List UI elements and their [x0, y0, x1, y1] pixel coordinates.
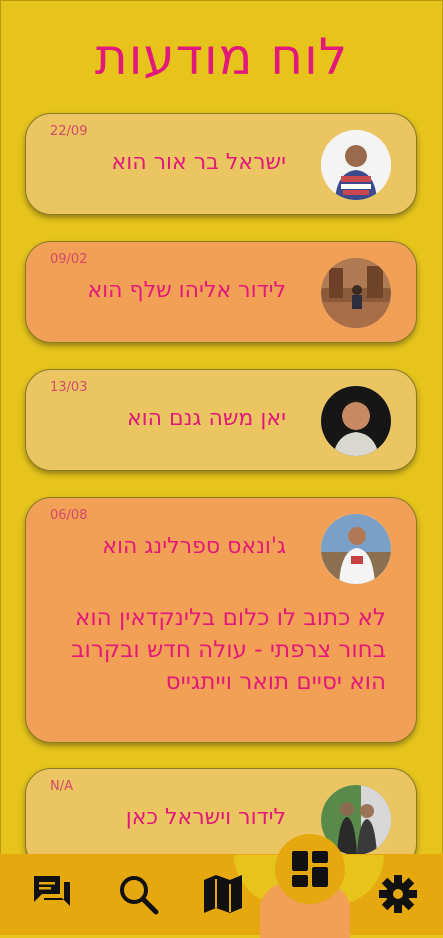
- notice-card[interactable]: 09/02 לידור אליהו שלף הוא: [25, 241, 417, 343]
- avatar[interactable]: [321, 258, 391, 328]
- card-date: N/A: [50, 779, 73, 794]
- avatar[interactable]: [321, 130, 391, 200]
- card-title: ישראל בר אור הוא: [111, 150, 286, 175]
- dashboard-button[interactable]: [275, 834, 345, 904]
- card-date: 06/08: [50, 508, 88, 523]
- avatar[interactable]: [321, 514, 391, 584]
- card-date: 22/09: [50, 124, 88, 139]
- search-icon[interactable]: [116, 872, 160, 916]
- chat-icon[interactable]: [30, 872, 74, 916]
- card-title: לידור אליהו שלף הוא: [87, 278, 286, 303]
- settings-icon[interactable]: [376, 872, 420, 916]
- dashboard-icon: [292, 851, 328, 887]
- card-title: לידור וישראל כאן: [125, 805, 286, 830]
- notice-card[interactable]: 13/03 יאן משה גנם הוא: [25, 369, 417, 471]
- page-title: לוח מודעות: [94, 28, 349, 86]
- card-date: 09/02: [50, 252, 88, 267]
- card-body: לא כתוב לו כלום בלינקדאין הוא בחור צרפתי…: [71, 605, 386, 695]
- card-title: יאן משה גנם הוא: [126, 406, 286, 431]
- avatar[interactable]: [321, 386, 391, 456]
- notice-card[interactable]: 22/09 ישראל בר אור הוא: [25, 113, 417, 215]
- card-title: ג'ונאס ספרלינג הוא: [102, 534, 286, 559]
- map-icon[interactable]: [202, 872, 246, 916]
- notice-card[interactable]: 06/08 ג'ונאס ספרלינג הוא לא כתוב לו כלום…: [25, 497, 417, 743]
- card-date: 13/03: [50, 380, 88, 395]
